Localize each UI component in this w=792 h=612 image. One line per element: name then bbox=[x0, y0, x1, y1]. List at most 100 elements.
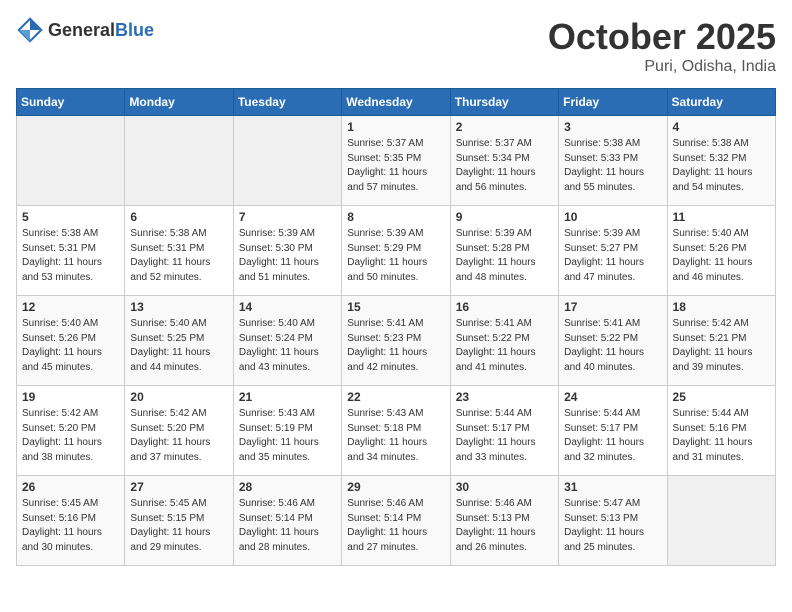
cell-content: Sunrise: 5:38 AM Sunset: 5:32 PM Dayligh… bbox=[673, 137, 770, 195]
calendar-cell: 28 Sunrise: 5:46 AM Sunset: 5:14 PM Dayl… bbox=[233, 476, 341, 566]
calendar-cell: 5 Sunrise: 5:38 AM Sunset: 5:31 PM Dayli… bbox=[17, 206, 125, 296]
calendar-cell: 4 Sunrise: 5:38 AM Sunset: 5:32 PM Dayli… bbox=[667, 116, 775, 206]
cell-content: Sunrise: 5:44 AM Sunset: 5:16 PM Dayligh… bbox=[673, 407, 770, 465]
header-tuesday: Tuesday bbox=[233, 89, 341, 116]
calendar-cell: 26 Sunrise: 5:45 AM Sunset: 5:16 PM Dayl… bbox=[17, 476, 125, 566]
header-monday: Monday bbox=[125, 89, 233, 116]
day-number: 15 bbox=[347, 300, 444, 314]
cell-content: Sunrise: 5:43 AM Sunset: 5:18 PM Dayligh… bbox=[347, 407, 444, 465]
cell-content: Sunrise: 5:40 AM Sunset: 5:24 PM Dayligh… bbox=[239, 317, 336, 375]
calendar-cell: 10 Sunrise: 5:39 AM Sunset: 5:27 PM Dayl… bbox=[559, 206, 667, 296]
calendar-cell: 20 Sunrise: 5:42 AM Sunset: 5:20 PM Dayl… bbox=[125, 386, 233, 476]
calendar-cell: 22 Sunrise: 5:43 AM Sunset: 5:18 PM Dayl… bbox=[342, 386, 450, 476]
calendar-cell: 31 Sunrise: 5:47 AM Sunset: 5:13 PM Dayl… bbox=[559, 476, 667, 566]
day-number: 29 bbox=[347, 480, 444, 494]
header-sunday: Sunday bbox=[17, 89, 125, 116]
cell-content: Sunrise: 5:42 AM Sunset: 5:20 PM Dayligh… bbox=[22, 407, 119, 465]
cell-content: Sunrise: 5:46 AM Sunset: 5:13 PM Dayligh… bbox=[456, 497, 553, 555]
calendar-cell: 8 Sunrise: 5:39 AM Sunset: 5:29 PM Dayli… bbox=[342, 206, 450, 296]
calendar-header: SundayMondayTuesdayWednesdayThursdayFrid… bbox=[17, 89, 776, 116]
day-number: 19 bbox=[22, 390, 119, 404]
logo-text: GeneralBlue bbox=[48, 20, 154, 41]
cell-content: Sunrise: 5:41 AM Sunset: 5:22 PM Dayligh… bbox=[456, 317, 553, 375]
location: Puri, Odisha, India bbox=[548, 58, 776, 76]
calendar-cell: 6 Sunrise: 5:38 AM Sunset: 5:31 PM Dayli… bbox=[125, 206, 233, 296]
day-number: 25 bbox=[673, 390, 770, 404]
day-number: 18 bbox=[673, 300, 770, 314]
calendar-cell: 25 Sunrise: 5:44 AM Sunset: 5:16 PM Dayl… bbox=[667, 386, 775, 476]
cell-content: Sunrise: 5:42 AM Sunset: 5:20 PM Dayligh… bbox=[130, 407, 227, 465]
cell-content: Sunrise: 5:45 AM Sunset: 5:16 PM Dayligh… bbox=[22, 497, 119, 555]
day-number: 7 bbox=[239, 210, 336, 224]
calendar-cell bbox=[17, 116, 125, 206]
header-row: SundayMondayTuesdayWednesdayThursdayFrid… bbox=[17, 89, 776, 116]
cell-content: Sunrise: 5:39 AM Sunset: 5:28 PM Dayligh… bbox=[456, 227, 553, 285]
title-block: October 2025 Puri, Odisha, India bbox=[548, 16, 776, 76]
logo-icon bbox=[16, 16, 44, 44]
week-row-3: 12 Sunrise: 5:40 AM Sunset: 5:26 PM Dayl… bbox=[17, 296, 776, 386]
header-friday: Friday bbox=[559, 89, 667, 116]
cell-content: Sunrise: 5:39 AM Sunset: 5:30 PM Dayligh… bbox=[239, 227, 336, 285]
header-wednesday: Wednesday bbox=[342, 89, 450, 116]
cell-content: Sunrise: 5:44 AM Sunset: 5:17 PM Dayligh… bbox=[564, 407, 661, 465]
cell-content: Sunrise: 5:46 AM Sunset: 5:14 PM Dayligh… bbox=[239, 497, 336, 555]
cell-content: Sunrise: 5:38 AM Sunset: 5:33 PM Dayligh… bbox=[564, 137, 661, 195]
calendar-cell: 29 Sunrise: 5:46 AM Sunset: 5:14 PM Dayl… bbox=[342, 476, 450, 566]
day-number: 31 bbox=[564, 480, 661, 494]
week-row-1: 1 Sunrise: 5:37 AM Sunset: 5:35 PM Dayli… bbox=[17, 116, 776, 206]
calendar-cell: 1 Sunrise: 5:37 AM Sunset: 5:35 PM Dayli… bbox=[342, 116, 450, 206]
cell-content: Sunrise: 5:46 AM Sunset: 5:14 PM Dayligh… bbox=[347, 497, 444, 555]
calendar-cell: 15 Sunrise: 5:41 AM Sunset: 5:23 PM Dayl… bbox=[342, 296, 450, 386]
cell-content: Sunrise: 5:38 AM Sunset: 5:31 PM Dayligh… bbox=[130, 227, 227, 285]
calendar-cell: 16 Sunrise: 5:41 AM Sunset: 5:22 PM Dayl… bbox=[450, 296, 558, 386]
day-number: 3 bbox=[564, 120, 661, 134]
calendar-cell: 30 Sunrise: 5:46 AM Sunset: 5:13 PM Dayl… bbox=[450, 476, 558, 566]
calendar-cell bbox=[233, 116, 341, 206]
cell-content: Sunrise: 5:43 AM Sunset: 5:19 PM Dayligh… bbox=[239, 407, 336, 465]
day-number: 27 bbox=[130, 480, 227, 494]
logo: GeneralBlue bbox=[16, 16, 154, 44]
calendar-cell: 27 Sunrise: 5:45 AM Sunset: 5:15 PM Dayl… bbox=[125, 476, 233, 566]
cell-content: Sunrise: 5:40 AM Sunset: 5:26 PM Dayligh… bbox=[673, 227, 770, 285]
day-number: 1 bbox=[347, 120, 444, 134]
week-row-5: 26 Sunrise: 5:45 AM Sunset: 5:16 PM Dayl… bbox=[17, 476, 776, 566]
day-number: 2 bbox=[456, 120, 553, 134]
day-number: 30 bbox=[456, 480, 553, 494]
logo-blue: Blue bbox=[115, 20, 154, 40]
calendar-cell: 7 Sunrise: 5:39 AM Sunset: 5:30 PM Dayli… bbox=[233, 206, 341, 296]
cell-content: Sunrise: 5:39 AM Sunset: 5:29 PM Dayligh… bbox=[347, 227, 444, 285]
cell-content: Sunrise: 5:42 AM Sunset: 5:21 PM Dayligh… bbox=[673, 317, 770, 375]
day-number: 10 bbox=[564, 210, 661, 224]
cell-content: Sunrise: 5:41 AM Sunset: 5:23 PM Dayligh… bbox=[347, 317, 444, 375]
day-number: 12 bbox=[22, 300, 119, 314]
day-number: 23 bbox=[456, 390, 553, 404]
logo-general: General bbox=[48, 20, 115, 40]
day-number: 22 bbox=[347, 390, 444, 404]
calendar-body: 1 Sunrise: 5:37 AM Sunset: 5:35 PM Dayli… bbox=[17, 116, 776, 566]
calendar-cell: 9 Sunrise: 5:39 AM Sunset: 5:28 PM Dayli… bbox=[450, 206, 558, 296]
day-number: 8 bbox=[347, 210, 444, 224]
cell-content: Sunrise: 5:40 AM Sunset: 5:26 PM Dayligh… bbox=[22, 317, 119, 375]
cell-content: Sunrise: 5:44 AM Sunset: 5:17 PM Dayligh… bbox=[456, 407, 553, 465]
cell-content: Sunrise: 5:45 AM Sunset: 5:15 PM Dayligh… bbox=[130, 497, 227, 555]
day-number: 4 bbox=[673, 120, 770, 134]
day-number: 6 bbox=[130, 210, 227, 224]
calendar-cell: 2 Sunrise: 5:37 AM Sunset: 5:34 PM Dayli… bbox=[450, 116, 558, 206]
calendar-cell: 13 Sunrise: 5:40 AM Sunset: 5:25 PM Dayl… bbox=[125, 296, 233, 386]
day-number: 24 bbox=[564, 390, 661, 404]
calendar-cell: 14 Sunrise: 5:40 AM Sunset: 5:24 PM Dayl… bbox=[233, 296, 341, 386]
day-number: 21 bbox=[239, 390, 336, 404]
calendar-table: SundayMondayTuesdayWednesdayThursdayFrid… bbox=[16, 88, 776, 566]
day-number: 20 bbox=[130, 390, 227, 404]
day-number: 17 bbox=[564, 300, 661, 314]
cell-content: Sunrise: 5:37 AM Sunset: 5:34 PM Dayligh… bbox=[456, 137, 553, 195]
day-number: 14 bbox=[239, 300, 336, 314]
calendar-cell: 19 Sunrise: 5:42 AM Sunset: 5:20 PM Dayl… bbox=[17, 386, 125, 476]
header-thursday: Thursday bbox=[450, 89, 558, 116]
cell-content: Sunrise: 5:41 AM Sunset: 5:22 PM Dayligh… bbox=[564, 317, 661, 375]
month-title: October 2025 bbox=[548, 16, 776, 58]
calendar-cell: 23 Sunrise: 5:44 AM Sunset: 5:17 PM Dayl… bbox=[450, 386, 558, 476]
calendar-cell bbox=[125, 116, 233, 206]
week-row-2: 5 Sunrise: 5:38 AM Sunset: 5:31 PM Dayli… bbox=[17, 206, 776, 296]
calendar-cell: 18 Sunrise: 5:42 AM Sunset: 5:21 PM Dayl… bbox=[667, 296, 775, 386]
